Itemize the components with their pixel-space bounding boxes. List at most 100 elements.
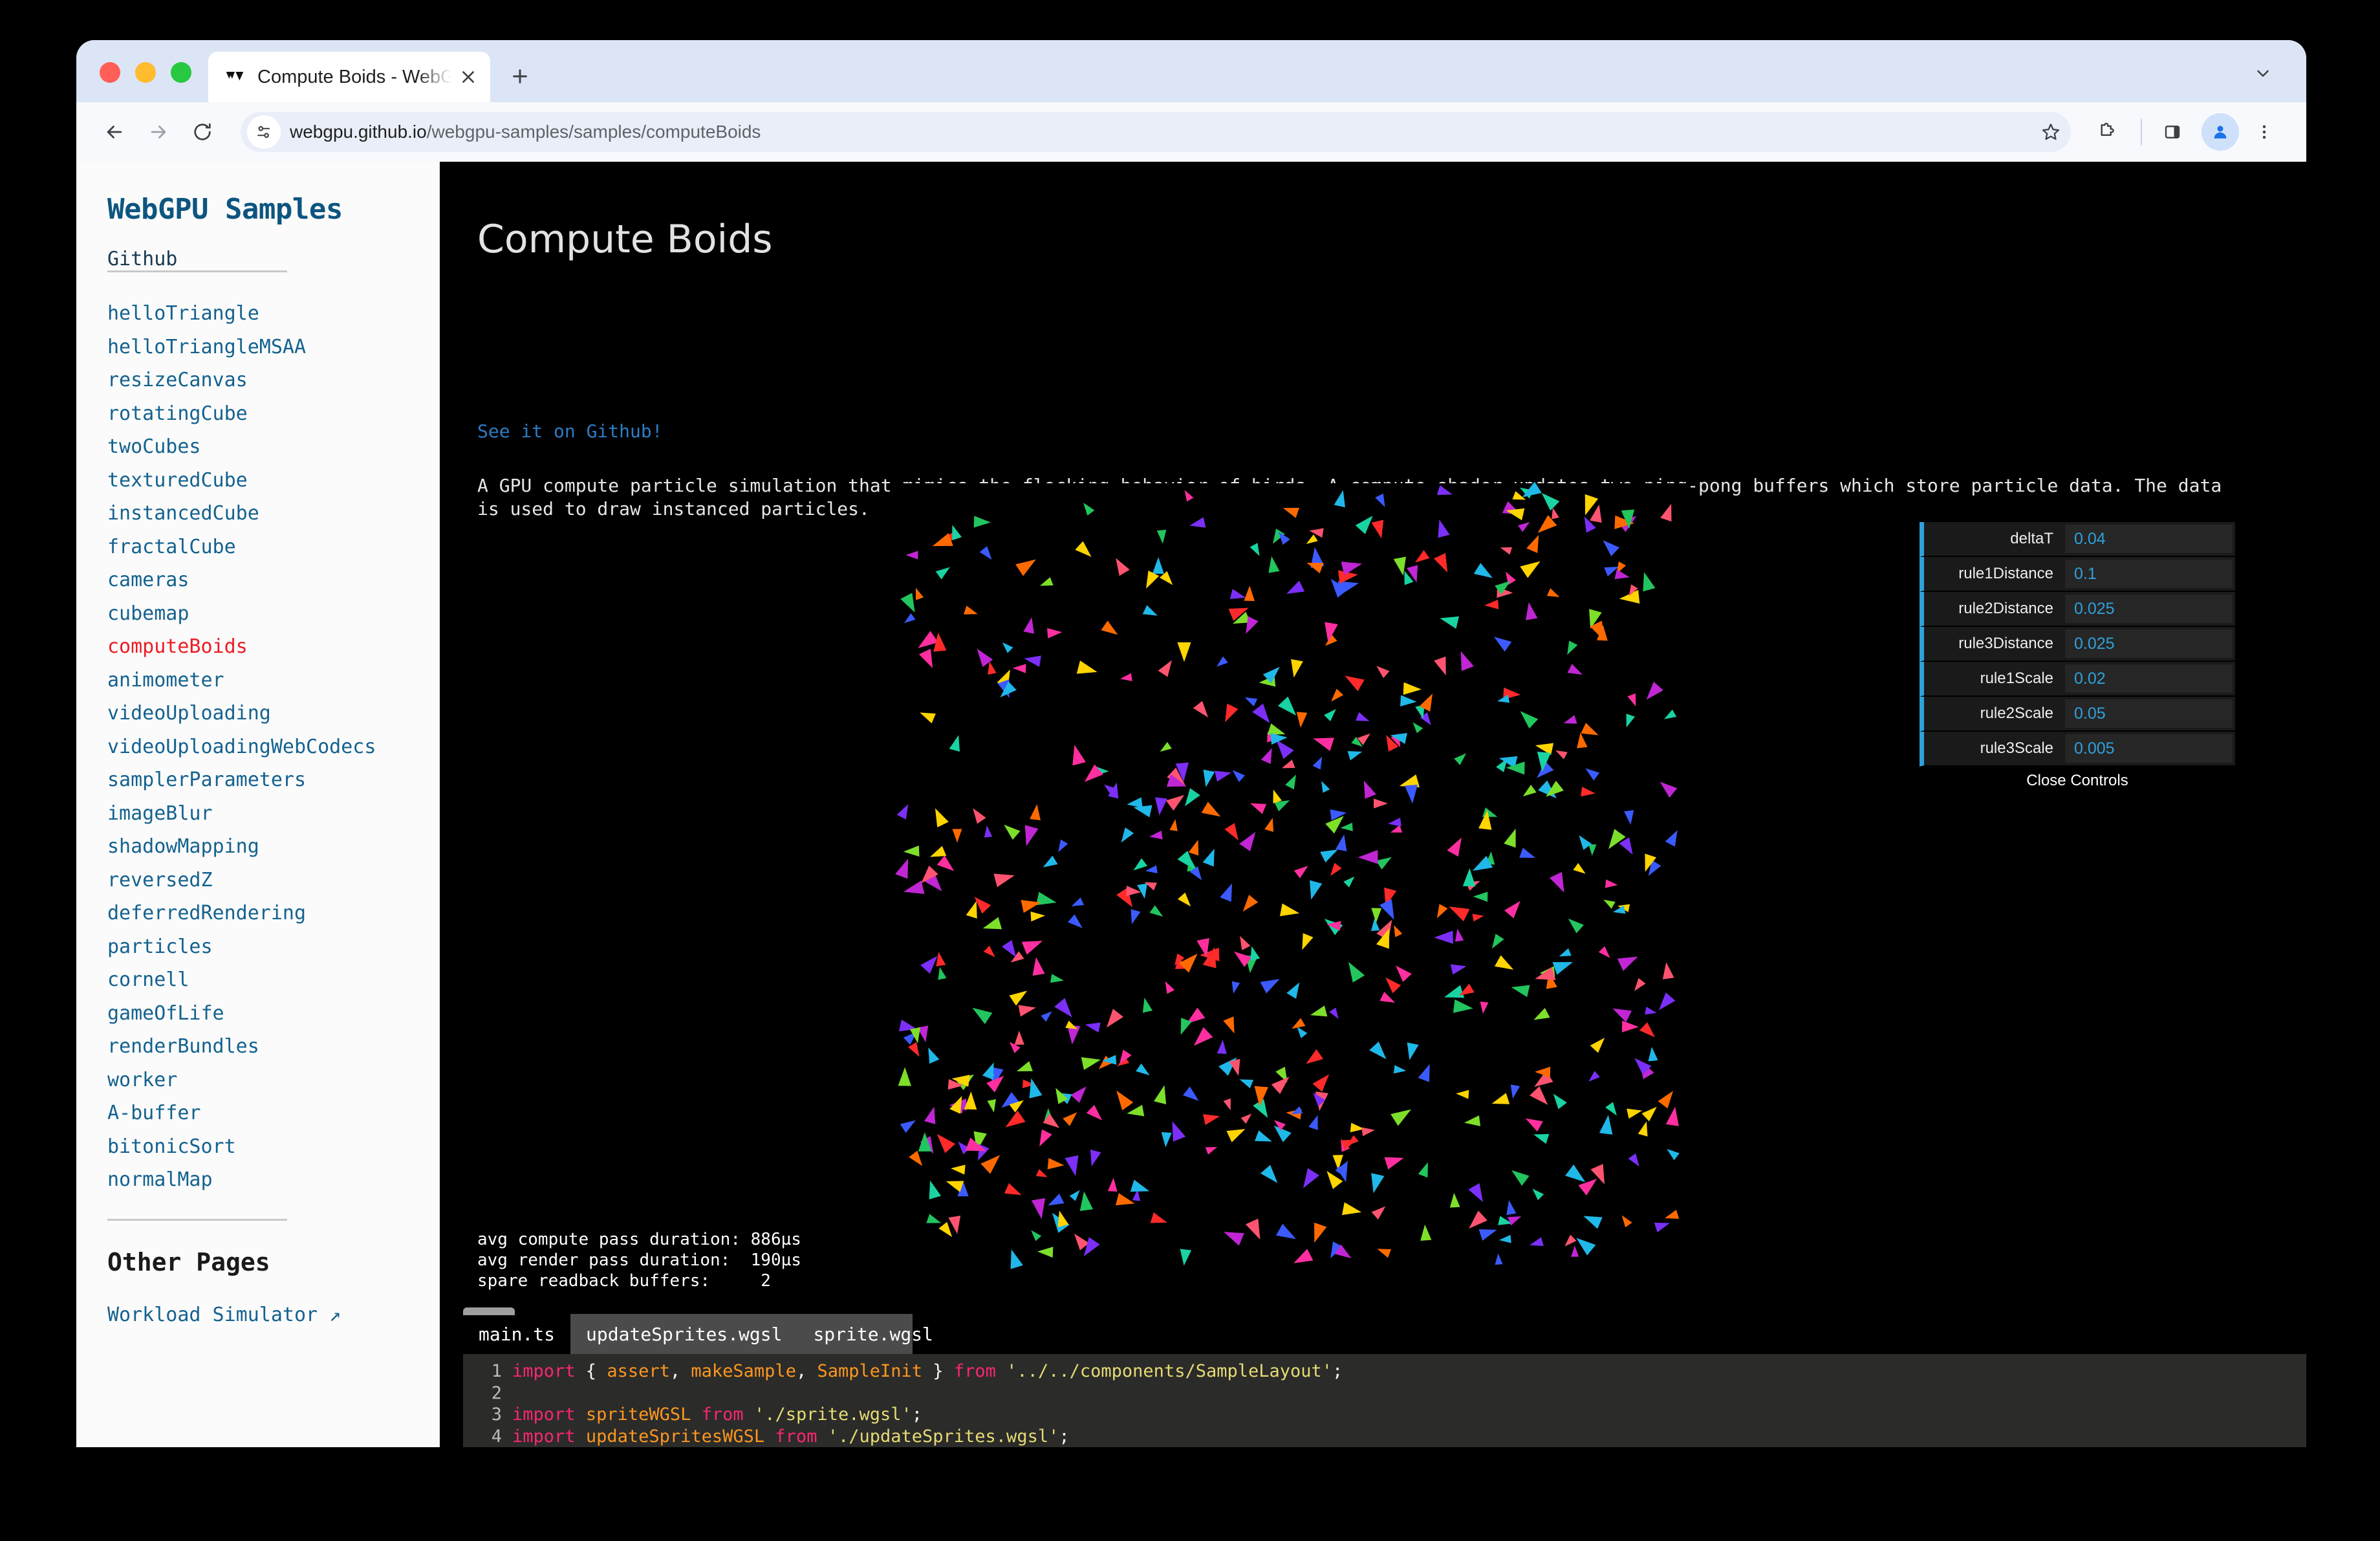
boids-simulation-canvas[interactable]	[895, 481, 1687, 1273]
boid-particle	[1358, 778, 1376, 800]
sidebar-item-videouploading[interactable]: videoUploading	[107, 697, 439, 730]
code-tab-updateSprites-wgsl[interactable]: updateSprites.wgsl	[570, 1314, 797, 1354]
boid-particle	[1508, 1165, 1530, 1186]
boid-particle	[1223, 1016, 1240, 1036]
sidebar-other-link[interactable]: Workload Simulator ↗	[107, 1298, 439, 1332]
close-window-button[interactable]	[100, 62, 120, 83]
sidebar-item-twocubes[interactable]: twoCubes	[107, 430, 439, 464]
gui-control-deltat[interactable]: deltaT 0.04	[1920, 522, 2235, 557]
boid-particle	[1304, 880, 1323, 902]
boid-particle	[981, 917, 1002, 934]
boid-particle	[1628, 1153, 1643, 1169]
close-controls-button[interactable]: Close Controls	[1920, 767, 2235, 795]
reload-icon[interactable]	[182, 112, 222, 152]
close-icon[interactable]	[455, 64, 481, 90]
code-content[interactable]: 1 import { assert, makeSample, SampleInit…	[463, 1354, 2306, 1447]
boid-particle	[1522, 1113, 1543, 1132]
forward-arrow-icon[interactable]	[138, 112, 178, 152]
boid-particle	[1161, 979, 1174, 994]
code-tab-main-ts[interactable]: main.ts	[463, 1314, 571, 1354]
boid-particle	[1313, 754, 1326, 770]
back-arrow-icon[interactable]	[94, 112, 135, 152]
sidebar-item-a-buffer[interactable]: A-buffer	[107, 1097, 439, 1130]
boid-particle	[1341, 1202, 1363, 1219]
sidebar-item-worker[interactable]: worker	[107, 1064, 439, 1097]
puzzle-piece-icon[interactable]	[2086, 112, 2126, 152]
browser-tab[interactable]: Compute Boids - WebGPU S	[208, 52, 490, 102]
gui-control-label: deltaT	[2010, 530, 2053, 547]
boid-particle	[1047, 627, 1063, 639]
boid-particle	[1038, 576, 1054, 590]
sidebar-item-texturedcube[interactable]: texturedCube	[107, 464, 439, 497]
sidebar-item-cornell[interactable]: cornell	[107, 963, 439, 997]
profile-avatar-icon[interactable]	[2202, 113, 2239, 151]
boid-particle	[1418, 1160, 1433, 1178]
gui-value-input[interactable]: 0.02	[2065, 664, 2233, 693]
address-bar[interactable]: webgpu.github.io/webgpu-samples/samples/…	[241, 112, 2070, 152]
boid-particle	[1150, 1212, 1169, 1228]
boid-particle	[1239, 827, 1261, 851]
sidebar-item-bitonicsort[interactable]: bitonicSort	[107, 1130, 439, 1164]
gui-value-input[interactable]: 0.05	[2065, 699, 2233, 728]
gui-control-rule3scale[interactable]: rule3Scale 0.005	[1920, 732, 2235, 767]
gui-control-rule2scale[interactable]: rule2Scale 0.05	[1920, 697, 2235, 732]
sidebar-item-hellotriangle[interactable]: helloTriangle	[107, 297, 439, 331]
boid-particle	[968, 1001, 992, 1024]
boid-particle	[1660, 961, 1674, 979]
gui-control-rule2distance[interactable]: rule2Distance 0.025	[1920, 592, 2235, 627]
gui-control-rule1distance[interactable]: rule1Distance 0.1	[1920, 557, 2235, 592]
sidebar-item-computeboids[interactable]: computeBoids	[107, 630, 439, 664]
maximize-window-button[interactable]	[171, 62, 191, 83]
chevron-down-icon[interactable]	[2243, 53, 2283, 93]
sidebar-item-normalmap[interactable]: normalMap	[107, 1163, 439, 1197]
sidebar-item-renderbundles[interactable]: renderBundles	[107, 1030, 439, 1064]
sidebar-item-imageblur[interactable]: imageBlur	[107, 797, 439, 831]
boid-particle	[1387, 817, 1402, 828]
boid-particle	[1152, 557, 1164, 574]
sidebar-item-cameras[interactable]: cameras	[107, 563, 439, 597]
star-icon[interactable]	[2031, 112, 2071, 152]
gui-value-input[interactable]: 0.04	[2065, 525, 2233, 553]
site-settings-icon[interactable]	[247, 115, 281, 149]
boid-particle	[1004, 1183, 1024, 1200]
sidebar-item-animometer[interactable]: animometer	[107, 664, 439, 697]
gui-control-rule1scale[interactable]: rule1Scale 0.02	[1920, 662, 2235, 697]
boid-particle	[924, 1105, 940, 1124]
boid-particle	[1296, 933, 1314, 952]
sidebar-item-particles[interactable]: particles	[107, 930, 439, 964]
sidebar-item-videouploadingwebcodecs[interactable]: videoUploadingWebCodecs	[107, 730, 439, 764]
gui-control-rule3distance[interactable]: rule3Distance 0.025	[1920, 627, 2235, 662]
new-tab-button[interactable]	[501, 57, 539, 96]
sidebar-item-deferredrendering[interactable]: deferredRendering	[107, 897, 439, 930]
gui-value-input[interactable]: 0.025	[2065, 595, 2233, 623]
gui-value-input[interactable]: 0.025	[2065, 629, 2233, 658]
gui-value-input[interactable]: 0.005	[2065, 734, 2233, 763]
gui-control-value: 0.05	[2074, 704, 2106, 723]
code-tab-sprite-wgsl[interactable]: sprite.wgsl	[797, 1314, 948, 1354]
sidebar-item-resizecanvas[interactable]: resizeCanvas	[107, 364, 439, 397]
sidebar-item-instancedcube[interactable]: instancedCube	[107, 497, 439, 530]
code-file-tabs: main.ts updateSprites.wgsl sprite.wgsl	[463, 1307, 933, 1354]
boid-particle	[1509, 981, 1530, 998]
boid-particle	[907, 1042, 924, 1060]
gui-value-input[interactable]: 0.1	[2065, 560, 2233, 588]
sidebar-item-samplerparameters[interactable]: samplerParameters	[107, 763, 439, 797]
sidebar-github-link[interactable]: Github	[92, 248, 177, 270]
sidebar-item-cubemap[interactable]: cubemap	[107, 597, 439, 631]
sidebar-item-gameoflife[interactable]: gameOfLife	[107, 997, 439, 1031]
sidebar-item-fractalcube[interactable]: fractalCube	[107, 530, 439, 564]
boid-particle	[1563, 640, 1577, 657]
sidebar-item-hellotrianglemsaa[interactable]: helloTriangleMSAA	[107, 331, 439, 364]
minimize-window-button[interactable]	[135, 62, 156, 83]
boid-particle	[1221, 1225, 1244, 1246]
sidebar-item-rotatingcube[interactable]: rotatingCube	[107, 397, 439, 431]
boid-particle	[1445, 900, 1470, 921]
see-on-github-link[interactable]: See it on Github!	[477, 421, 663, 442]
boid-particle	[1030, 956, 1045, 976]
three-dot-menu-icon[interactable]	[2244, 112, 2284, 152]
side-panel-icon[interactable]	[2152, 112, 2192, 152]
boid-particle	[1412, 549, 1430, 567]
sidebar-item-reversedz[interactable]: reversedZ	[107, 864, 439, 897]
sidebar-item-shadowmapping[interactable]: shadowMapping	[107, 830, 439, 864]
url-host: webgpu.github.io	[290, 122, 427, 142]
